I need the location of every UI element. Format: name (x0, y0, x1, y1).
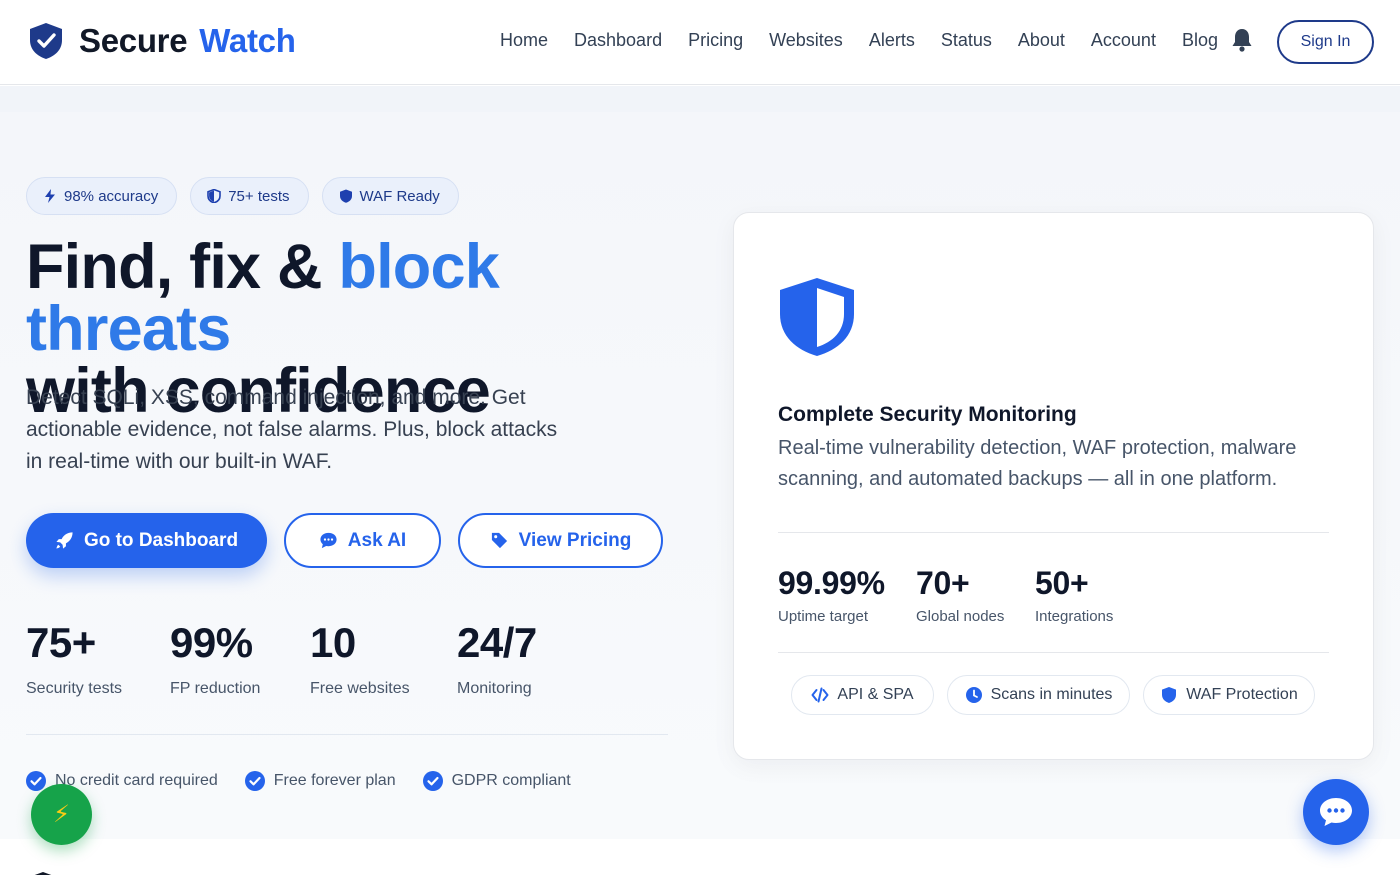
stat-label: Security tests (26, 680, 123, 697)
stat-free-websites: 10 Free websites (310, 620, 410, 698)
bell-icon[interactable] (1230, 27, 1254, 53)
stat-monitoring: 24/7 Monitoring (457, 620, 537, 698)
card-stat-uptime: 99.99% Uptime target (778, 564, 885, 625)
card-divider (778, 532, 1329, 533)
badge-waf: WAF Ready (321, 177, 459, 215)
headline-plain: Find, fix & (26, 232, 339, 302)
shield-half-icon (207, 189, 222, 203)
stat-value: 75+ (26, 619, 96, 666)
ask-ai-button[interactable]: Ask AI (284, 513, 441, 568)
chip-scans-minutes: Scans in minutes (947, 675, 1130, 715)
check-gdpr: GDPR compliant (422, 771, 571, 791)
stat-value: 99% (170, 619, 253, 666)
chat-bubble-icon (320, 532, 337, 549)
stat-label: Free websites (310, 680, 410, 697)
check-circle-icon (422, 771, 443, 791)
nav-links: Home Dashboard Pricing Websites Alerts S… (500, 30, 1244, 51)
chip-label: API & SPA (837, 686, 914, 703)
check-label: No credit card required (55, 772, 218, 789)
chip-api-spa: API & SPA (791, 675, 934, 715)
stat-value: 24/7 (457, 619, 537, 666)
card-description: Real-time vulnerability detection, WAF p… (778, 437, 1297, 490)
hero-subtext: Detect SQLi, XSS, command injection, and… (26, 386, 558, 473)
card-stat-label: Uptime target (778, 608, 869, 625)
stat-value: 10 (310, 619, 356, 666)
go-to-dashboard-button[interactable]: Go to Dashboard (26, 513, 267, 568)
card-stat-value: 70+ (916, 565, 970, 601)
nav-link-status[interactable]: Status (941, 30, 992, 51)
card-stat-nodes: 70+ Global nodes (916, 564, 1004, 625)
bolt-icon (45, 189, 55, 203)
card-stat-label: Integrations (1035, 608, 1114, 625)
brand-name: Secure Watch (79, 22, 296, 60)
badge-accuracy-label: 98% accuracy (64, 187, 159, 205)
brand-logo[interactable]: Secure Watch (28, 22, 296, 60)
check-circle-icon (244, 771, 265, 791)
code-icon (811, 687, 829, 703)
chat-icon (1320, 798, 1352, 826)
card-stat-integrations: 50+ Integrations (1035, 564, 1113, 625)
hero-badges: 98% accuracy 75+ tests WAF Ready (26, 177, 472, 215)
nav-link-about[interactable]: About (1018, 30, 1065, 51)
hero-divider (26, 734, 668, 735)
nav-link-account[interactable]: Account (1091, 30, 1156, 51)
rocket-icon (56, 532, 73, 549)
brand-name-part1: Secure (79, 22, 188, 59)
chip-label: WAF Protection (1186, 686, 1298, 703)
badge-tests: 75+ tests (190, 177, 309, 215)
badge-tests-label: 75+ tests (228, 187, 290, 205)
shield-check-icon (30, 23, 62, 59)
lightning-icon: ⚡ (53, 801, 70, 828)
shield-icon (1162, 687, 1177, 703)
badge-accuracy: 98% accuracy (26, 177, 178, 215)
clock-icon (965, 687, 982, 703)
hero-top-stripe (0, 86, 1400, 112)
check-free-forever: Free forever plan (244, 771, 396, 791)
card-stat-value: 50+ (1035, 565, 1089, 601)
check-label: GDPR compliant (451, 772, 571, 789)
stat-label: FP reduction (170, 680, 261, 697)
price-tag-icon (491, 532, 507, 549)
nav-link-dashboard[interactable]: Dashboard (574, 30, 662, 51)
stat-fp-reduction: 99% FP reduction (170, 620, 260, 698)
check-circle-icon (26, 771, 46, 791)
view-pricing-label: View Pricing (518, 529, 632, 551)
nav-link-alerts[interactable]: Alerts (869, 30, 915, 51)
chip-waf-protection: WAF Protection (1143, 675, 1315, 715)
shield-icon (339, 189, 352, 203)
sign-in-button[interactable]: Sign In (1277, 20, 1374, 64)
card-stat-value: 99.99% (778, 565, 885, 601)
stat-security-tests: 75+ Security tests (26, 620, 122, 698)
stat-label: Monitoring (457, 680, 532, 697)
shield-half-icon (780, 278, 854, 356)
card-title: Complete Security Monitoring (778, 403, 1077, 426)
nav-link-websites[interactable]: Websites (769, 30, 843, 51)
brand-name-part2: Watch (199, 22, 296, 59)
quick-action-button[interactable]: ⚡ (31, 784, 92, 845)
nav-link-home[interactable]: Home (500, 30, 548, 51)
hero-checklist: No credit card required Free forever pla… (26, 771, 598, 791)
view-pricing-button[interactable]: View Pricing (458, 513, 663, 568)
shield-icon (34, 872, 52, 875)
go-to-dashboard-label: Go to Dashboard (83, 529, 239, 551)
chip-label: Scans in minutes (990, 686, 1113, 703)
badge-waf-label: WAF Ready (359, 187, 440, 205)
check-label: Free forever plan (273, 772, 396, 789)
top-nav: Secure Watch Home Dashboard Pricing Websi… (0, 0, 1400, 85)
chat-widget-button[interactable] (1303, 779, 1369, 845)
nav-link-blog[interactable]: Blog (1182, 30, 1218, 51)
ask-ai-label: Ask AI (347, 529, 407, 551)
card-divider (778, 652, 1329, 653)
nav-link-pricing[interactable]: Pricing (688, 30, 743, 51)
card-stat-label: Global nodes (916, 608, 1005, 625)
